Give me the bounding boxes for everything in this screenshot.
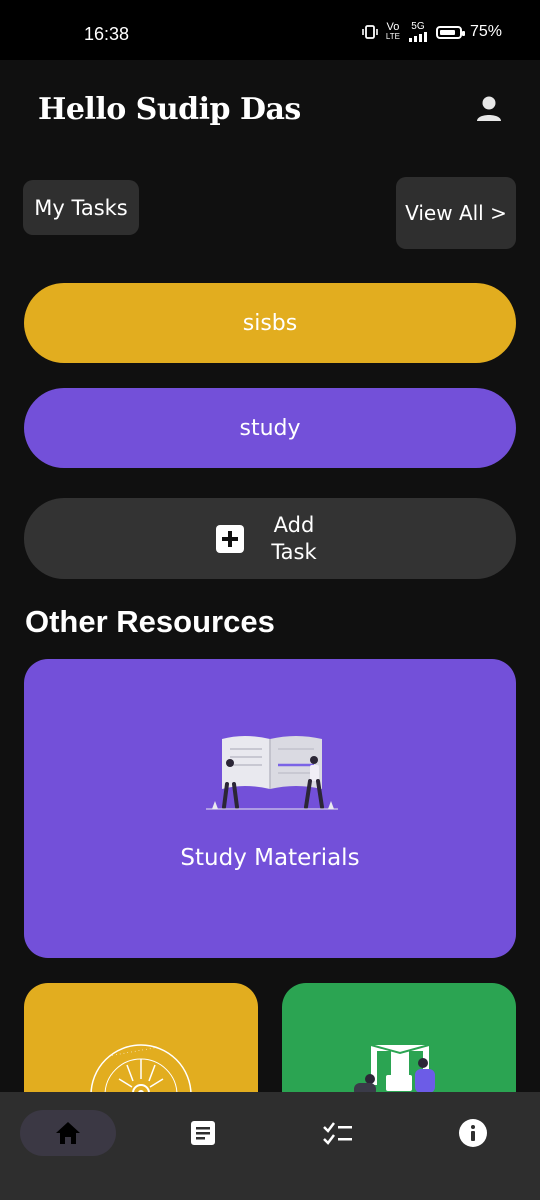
svg-text:· · · · · · · · · · · ·: · · · · · · · · · · · · [111,1045,156,1060]
volte-bottom-label: LTE [385,32,400,41]
my-tasks-label: My Tasks [23,180,139,235]
nav-info[interactable] [450,1110,496,1156]
plus-box-icon [216,524,244,553]
nav-home[interactable] [20,1110,116,1156]
add-task-label: Add Task [271,512,317,564]
task-item-sisbs[interactable]: sisbs [24,283,516,363]
status-time: 16:38 [84,24,130,44]
study-materials-card[interactable]: Study Materials [24,659,516,958]
status-icons: Vo LTE 5G 75% [362,22,502,42]
status-bar: 16:38 Vo LTE 5G 75% [0,0,540,60]
notes-icon [191,1121,215,1145]
checklist-icon [323,1122,352,1145]
person-icon[interactable] [474,94,504,124]
nav-checklist[interactable] [315,1110,361,1156]
resources-title: Other Resources [25,604,275,639]
vibrate-icon [362,25,378,39]
battery-percent: 75% [469,23,502,40]
battery-icon [435,25,465,39]
nav-notes[interactable] [180,1110,226,1156]
task-item-study[interactable]: study [24,388,516,468]
bottom-navigation [0,1092,540,1200]
network-label: 5G [411,21,425,32]
info-icon [459,1119,487,1147]
volte-top-label: Vo [386,21,400,33]
signal-icon: 5G [408,22,428,42]
study-materials-label: Study Materials [180,845,360,871]
reading-book-illustration [206,736,338,810]
greeting-title: Hello Sudip Das [38,92,301,127]
add-task-button[interactable]: Add Task [24,498,516,579]
volte-icon: Vo LTE [386,22,400,42]
home-icon [56,1122,80,1144]
view-all-button[interactable]: View All > [396,177,516,249]
